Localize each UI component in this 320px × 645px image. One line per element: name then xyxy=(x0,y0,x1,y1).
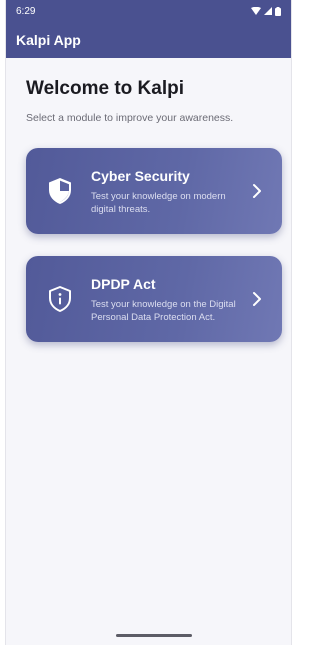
signal-icon xyxy=(264,7,272,15)
shield-icon xyxy=(49,178,71,204)
phone-screen: 6:29 Kalpi App Welcome to Kalpi Select a… xyxy=(5,0,292,645)
info-shield-icon xyxy=(49,286,71,312)
main-content: Welcome to Kalpi Select a module to impr… xyxy=(6,58,291,342)
status-icons xyxy=(251,6,281,16)
card-text: DPDP Act Test your knowledge on the Digi… xyxy=(91,275,248,324)
card-title: DPDP Act xyxy=(91,276,156,292)
status-time: 6:29 xyxy=(16,5,36,17)
status-bar: 6:29 xyxy=(6,0,291,22)
wifi-icon xyxy=(251,7,261,15)
chevron-right-icon xyxy=(253,184,261,198)
gesture-nav-handle[interactable] xyxy=(116,634,192,637)
page-title: Welcome to Kalpi xyxy=(26,78,185,99)
card-description: Test your knowledge on the Digital Perso… xyxy=(91,299,236,323)
app-title: Kalpi App xyxy=(16,32,81,48)
chevron-right-icon xyxy=(253,292,261,306)
app-bar: Kalpi App xyxy=(6,22,291,58)
card-description: Test your knowledge on modern digital th… xyxy=(91,191,226,215)
card-title: Cyber Security xyxy=(91,168,190,184)
card-text: Cyber Security Test your knowledge on mo… xyxy=(91,167,248,216)
module-card-cyber-security[interactable]: Cyber Security Test your knowledge on mo… xyxy=(26,148,282,234)
module-card-dpdp-act[interactable]: DPDP Act Test your knowledge on the Digi… xyxy=(26,256,282,342)
battery-icon xyxy=(275,6,281,16)
page-subtitle: Select a module to improve your awarenes… xyxy=(26,112,234,124)
